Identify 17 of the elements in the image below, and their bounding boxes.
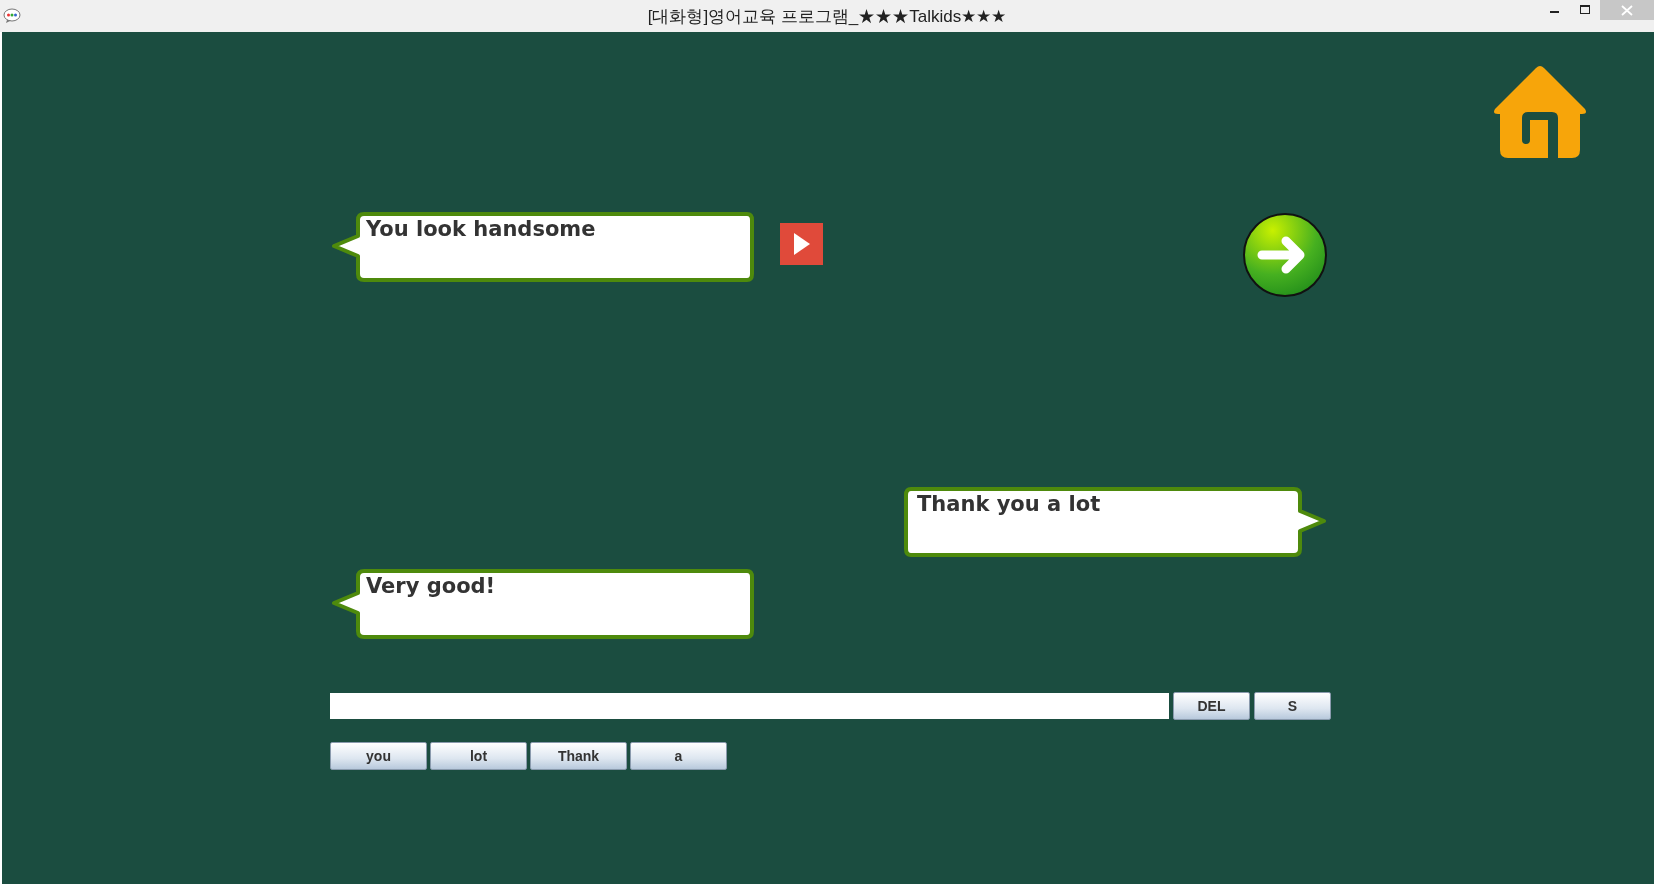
maximize-icon[interactable] [1579,5,1591,15]
play-button[interactable] [780,223,823,265]
word-button[interactable]: Thank [530,742,627,770]
chat-bubble-icon [3,8,21,24]
window-title: [대화형]영어교육 프로그램_★★★Talkids★★★ [647,6,1007,28]
answer-button[interactable]: S [1254,692,1331,720]
bubble-text: Very good! [366,574,496,598]
answer-field[interactable] [330,693,1169,719]
word-button[interactable]: a [630,742,727,770]
bubble-text: You look handsome [366,217,596,241]
play-icon [792,232,811,256]
arrow-right-icon[interactable] [1242,212,1328,298]
bubble-text: Thank you a lot [917,492,1101,516]
close-icon [1621,4,1633,16]
word-button[interactable]: lot [430,742,527,770]
answer-button[interactable]: DEL [1173,692,1250,720]
word-button[interactable]: you [330,742,427,770]
